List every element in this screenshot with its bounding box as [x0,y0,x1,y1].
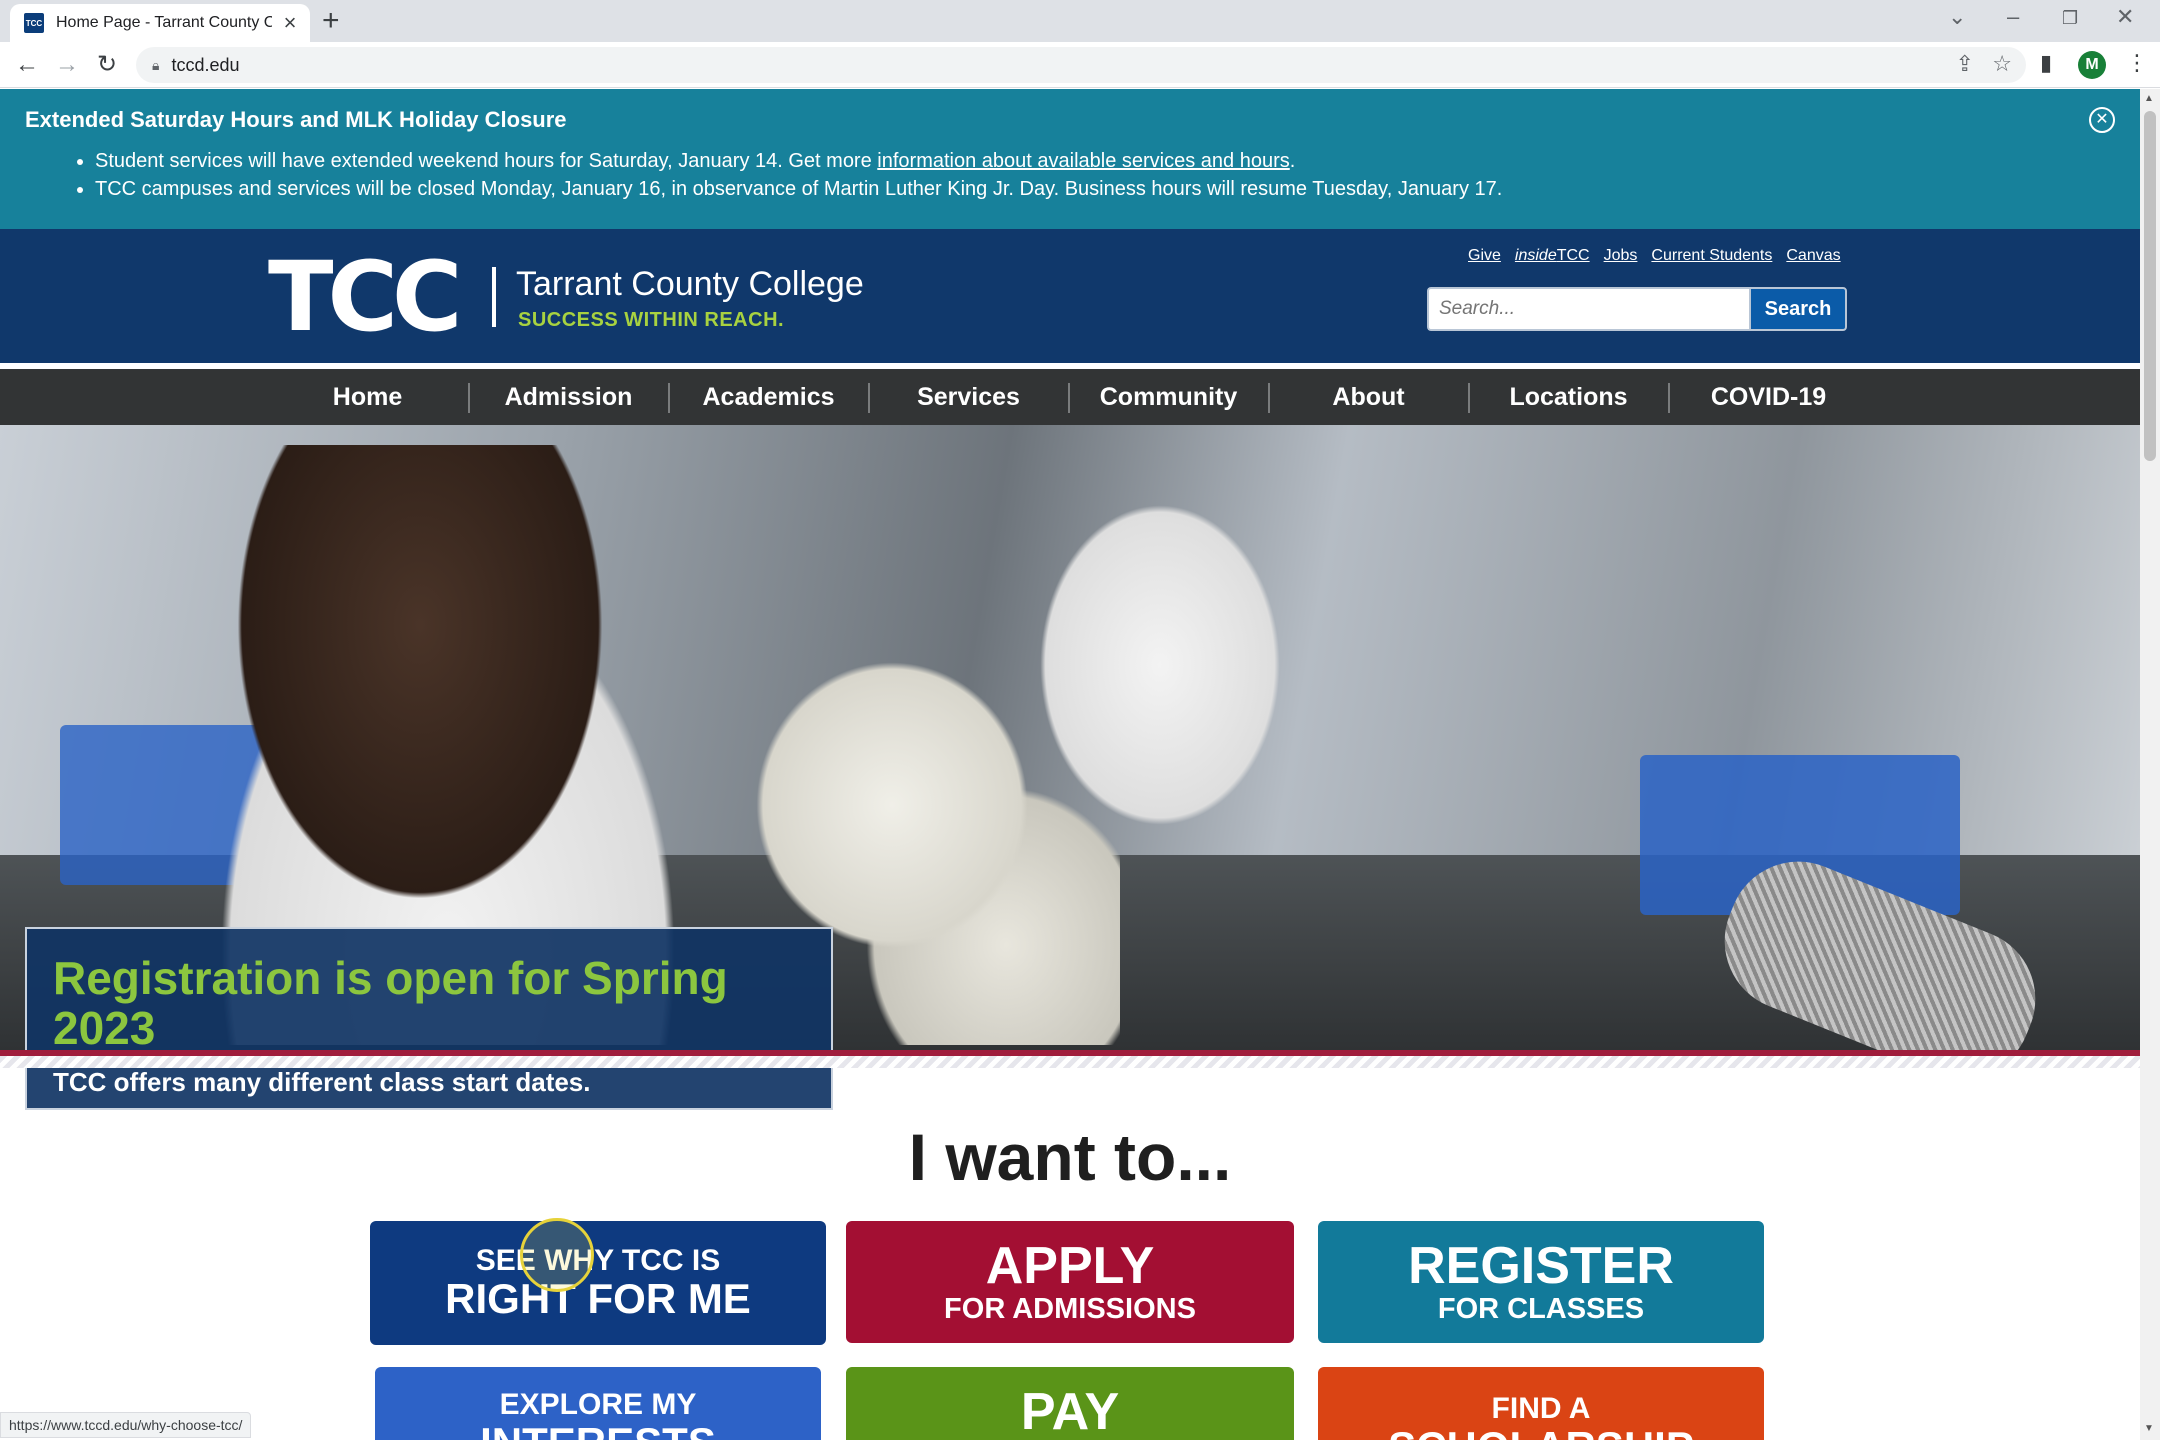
tab-title: Home Page - Tarrant County Coll [56,14,272,31]
nav-community[interactable]: Community [1069,369,1268,425]
college-name[interactable]: Tarrant County College [516,265,864,304]
link-status-bubble: https://www.tccd.edu/why-choose-tcc/ [0,1412,252,1438]
address-bar[interactable]: 🔒︎ tccd.edu ⇪ ☆ [136,47,2026,83]
alert-close-icon[interactable]: ✕ [2089,107,2115,133]
page-viewport: Extended Saturday Hours and MLK Holiday … [0,89,2140,1440]
cta-line1: PAY [1020,1383,1120,1440]
search-button[interactable]: Search [1749,287,1847,331]
inside-italic: inside [1514,247,1557,264]
find-scholarship-button[interactable]: FIND A SCHOLARSHIP [1318,1367,1764,1440]
cta-line2: FOR ADMISSIONS [944,1293,1196,1325]
nav-covid-19[interactable]: COVID-19 [1669,369,1868,425]
scroll-down-icon[interactable]: ▼ [2144,1423,2154,1434]
tab-close-icon[interactable]: × [280,12,300,34]
url-text: tccd.edu [171,54,240,75]
scrollbar-thumb[interactable] [2144,111,2156,461]
scroll-up-icon[interactable]: ▲ [2144,93,2154,104]
nav-locations[interactable]: Locations [1469,369,1668,425]
browser-menu-icon[interactable]: ⋮ [2126,50,2148,76]
utility-links: Give insideTCC Jobs Current Students Can… [1468,247,1841,265]
alert-title: Extended Saturday Hours and MLK Holiday … [25,107,567,132]
hero-bottom-stripe [0,1050,2140,1068]
alert-item-punct: . [1289,150,1296,172]
forward-arrow-icon[interactable]: → [50,48,84,82]
hero-title: Registration is open for Spring 2023 [53,952,728,1054]
alert-item-closure: TCC campuses and services will be closed… [95,175,2115,203]
lock-icon: 🔒︎ [152,56,160,73]
apply-button[interactable]: APPLY FOR ADMISSIONS [846,1221,1294,1343]
cta-line1: APPLY [985,1237,1155,1295]
explore-interests-button[interactable]: EXPLORE MY INTERESTS [375,1367,821,1440]
pay-button[interactable]: PAY [846,1367,1294,1440]
main-nav: Home Admission Academics Services Commun… [0,369,2140,425]
inside-rest: TCC [1556,247,1590,264]
tab-search-icon[interactable]: ⌄ [1948,4,1966,30]
cta-line2: INTERESTS [480,1421,716,1440]
alert-list: Student services will have extended week… [25,147,2115,203]
cta-line1: EXPLORE MY [499,1388,697,1421]
browser-tab-active[interactable]: TCC Home Page - Tarrant County Coll × [10,4,310,42]
college-tagline: SUCCESS WITHIN REACH. [518,309,785,331]
jobs-link[interactable]: Jobs [1604,247,1638,265]
browser-toolbar: ← → ↻ 🔒︎ tccd.edu ⇪ ☆ ▮ M ⋮ [0,42,2160,88]
hero-subtitle: TCC offers many different class start da… [53,1067,591,1097]
canvas-link[interactable]: Canvas [1786,247,1840,265]
bookmark-star-icon[interactable]: ☆ [1992,51,2012,77]
tcc-favicon-icon: TCC [24,13,44,33]
logo-divider [492,267,496,327]
cta-line2: FOR CLASSES [1437,1293,1645,1325]
share-icon[interactable]: ⇪ [1956,51,1974,77]
new-tab-icon[interactable]: + [322,6,340,36]
site-header: TCC Tarrant County College SUCCESS WITHI… [0,229,2140,366]
profile-avatar[interactable]: M [2078,51,2106,79]
site-search: Search [1427,287,1847,331]
cta-line2: SCHOLARSHIP [1388,1425,1694,1440]
window-close-icon[interactable]: ✕ [2116,4,2134,30]
cta-line1: REGISTER [1408,1237,1674,1295]
reload-icon[interactable]: ↻ [90,48,124,82]
tcc-logo[interactable]: TCC [268,249,462,345]
nav-academics[interactable]: Academics [669,369,868,425]
alert-banner: Extended Saturday Hours and MLK Holiday … [0,89,2140,229]
register-button[interactable]: REGISTER FOR CLASSES [1318,1221,1764,1343]
see-why-tcc-button[interactable]: SEE WHY TCC IS RIGHT FOR ME [370,1221,826,1345]
hero-caption: Registration is open for Spring 2023 TCC… [25,927,833,1140]
give-link[interactable]: Give [1468,247,1501,265]
alert-item-text: Student services will have extended week… [95,150,878,172]
nav-home[interactable]: Home [268,369,467,425]
inside-tcc-link[interactable]: insideTCC [1515,247,1590,265]
restore-icon[interactable]: ❐ [2062,8,2078,29]
back-arrow-icon[interactable]: ← [10,48,44,82]
nav-about[interactable]: About [1269,369,1468,425]
cta-line2: RIGHT FOR ME [445,1275,751,1322]
services-hours-link[interactable]: information about available services and… [877,150,1289,172]
page-scrollbar[interactable]: ▲ ▼ [2140,89,2160,1440]
cta-line1: FIND A [1491,1392,1591,1425]
minimize-icon[interactable]: – [2007,4,2019,30]
browser-tab-strip: TCC Home Page - Tarrant County Coll × + … [0,0,2160,42]
nav-services[interactable]: Services [869,369,1068,425]
i-want-to-heading: I want to... [908,1120,1232,1194]
nav-admission[interactable]: Admission [469,369,668,425]
current-students-link[interactable]: Current Students [1651,247,1772,265]
cta-line1: SEE WHY TCC IS [475,1244,721,1277]
search-input[interactable] [1427,287,1749,331]
alert-item-hours: Student services will have extended week… [95,147,2115,175]
side-panel-icon[interactable]: ▮ [2040,50,2052,76]
mouse-cursor-highlight [520,1218,594,1292]
